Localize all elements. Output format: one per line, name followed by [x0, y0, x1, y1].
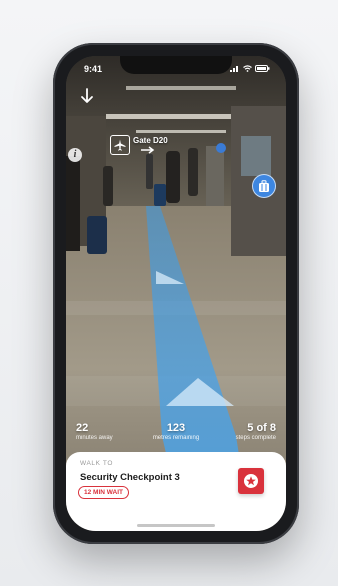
stat-value: 22	[76, 422, 89, 434]
signal-icon	[230, 66, 238, 72]
status-icons	[230, 65, 270, 72]
luggage-icon[interactable]	[252, 174, 276, 198]
phone-screen: 9:41 i Gate D20 22 minutes away 123 metr…	[66, 56, 286, 531]
stat-metres: 123 metres remaining	[150, 422, 202, 441]
stat-label: steps complete	[235, 435, 276, 441]
stat-value: 123	[166, 422, 186, 434]
wifi-icon	[243, 65, 252, 72]
destination-name: Security Checkpoint 3	[80, 472, 180, 483]
right-arrow-icon	[140, 146, 154, 154]
info-icon[interactable]: i	[68, 148, 82, 162]
gate-marker: Gate D20	[110, 135, 168, 155]
airplane-icon	[110, 135, 130, 155]
destination-card[interactable]: WALK TO Security Checkpoint 3 12 MIN WAI…	[66, 452, 286, 531]
status-time: 9:41	[84, 64, 103, 74]
battery-icon	[255, 65, 270, 72]
down-arrow-icon[interactable]	[78, 87, 96, 105]
walk-to-label: WALK TO	[80, 460, 113, 467]
stat-value: 5 of 8	[247, 422, 276, 434]
stat-label: minutes away	[76, 435, 113, 441]
status-bar: 9:41	[66, 62, 286, 76]
luggage-marker-small[interactable]	[216, 143, 226, 153]
gate-label: Gate D20	[133, 135, 168, 145]
stat-label: metres remaining	[152, 435, 200, 441]
stat-steps: 5 of 8 steps complete	[236, 422, 276, 441]
wait-time-badge: 12 MIN WAIT	[78, 486, 130, 499]
stat-minutes: 22 minutes away	[76, 422, 113, 441]
security-star-icon[interactable]	[238, 468, 264, 494]
home-indicator	[137, 524, 215, 527]
